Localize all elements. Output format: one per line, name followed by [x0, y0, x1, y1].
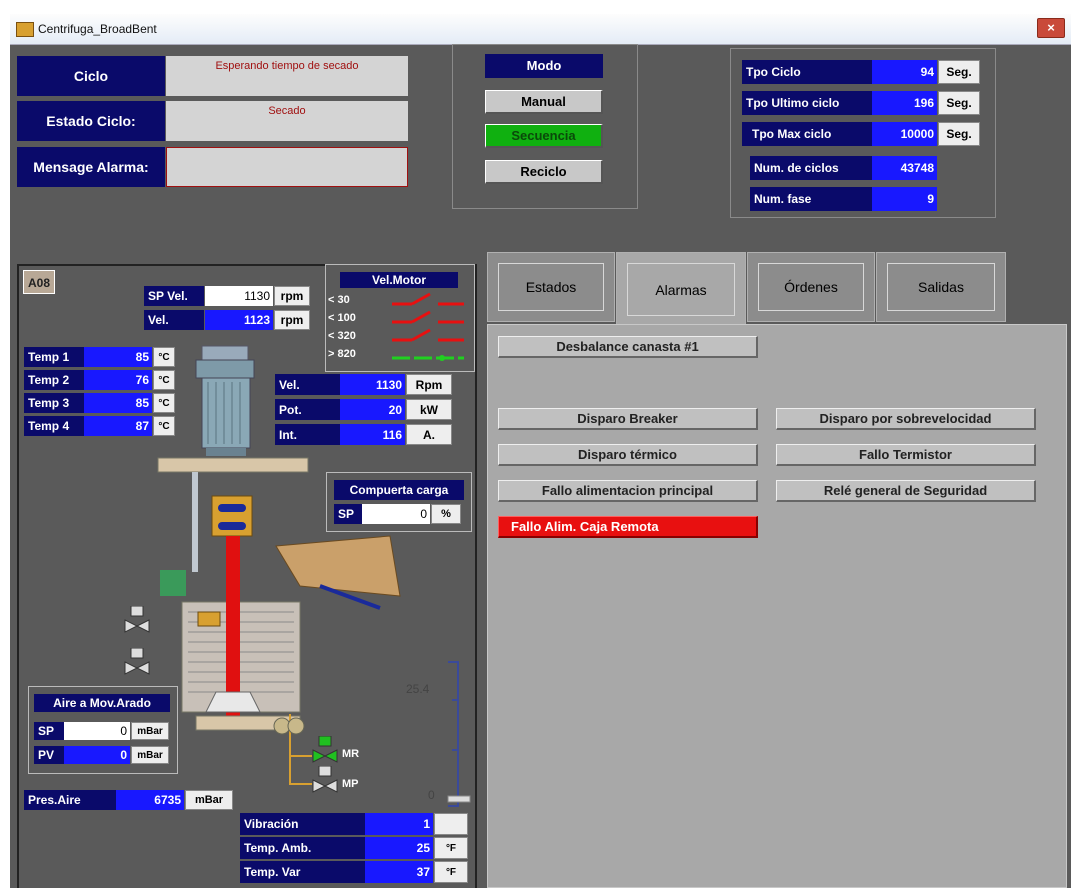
alarm-disparo-sobrevelocidad[interactable]: Disparo por sobrevelocidad [776, 408, 1036, 430]
num-ciclos-value: 43748 [872, 156, 937, 180]
centrifuge-graphic-icon [157, 345, 401, 731]
temp-4-label: Temp 4 [24, 416, 84, 436]
tab-alarmas[interactable]: Alarmas [616, 252, 746, 326]
temp-1-label: Temp 1 [24, 347, 84, 367]
temp-amb-unit: °F [434, 837, 468, 859]
vel-unit: rpm [274, 310, 310, 330]
estado-ciclo-label: Estado Ciclo: [17, 101, 165, 141]
tab-alarmas-label: Alarmas [627, 263, 735, 316]
alarm-desbalance[interactable]: Desbalance canasta #1 [498, 336, 758, 358]
valve-mp-icon [312, 766, 338, 793]
alarm-fallo-caja-remota[interactable]: Fallo Alim. Caja Remota [498, 516, 758, 538]
estado-ciclo-value: Secado [166, 101, 408, 141]
sp-vel-label: SP Vel. [144, 286, 204, 306]
scale-top-label: 25.4 [406, 682, 430, 696]
aire-title: Aire a Mov.Arado [34, 694, 170, 712]
window-title: Centrifuga_BroadBent [38, 22, 157, 36]
temp-var-label: Temp. Var [240, 861, 365, 883]
machine-id-badge: A08 [23, 270, 55, 294]
title-bar: Centrifuga_BroadBent × [10, 14, 1071, 45]
compuerta-title: Compuerta carga [334, 480, 464, 500]
scale-bottom-label: 0 [428, 788, 435, 802]
num-fase-label: Num. fase [750, 187, 872, 211]
compuerta-sp-unit: % [431, 504, 461, 524]
tpo-ciclo-value: 94 [872, 60, 937, 84]
manual-button[interactable]: Manual [485, 90, 603, 114]
motor-vel-unit: Rpm [406, 374, 452, 395]
alarm-disparo-termico[interactable]: Disparo térmico [498, 444, 758, 466]
aire-sp-unit: mBar [131, 722, 169, 740]
compuerta-sp-label: SP [334, 504, 362, 524]
num-fase-value: 9 [872, 187, 937, 211]
alarm-disparo-breaker[interactable]: Disparo Breaker [498, 408, 758, 430]
tpo-ultimo-unit: Seg. [938, 91, 980, 115]
valve-mr-icon [312, 736, 338, 763]
temp-2-label: Temp 2 [24, 370, 84, 390]
mensage-alarma-label-text: Mensage Alarma: [33, 159, 149, 175]
mensage-alarma-label: Mensage Alarma: [17, 147, 165, 187]
alarm-fallo-alimentacion[interactable]: Fallo alimentacion principal [498, 480, 758, 502]
valve-mr-label: MR [342, 748, 360, 760]
tab-ordenes[interactable]: Órdenes [747, 252, 875, 322]
vibracion-label: Vibración [240, 813, 365, 835]
mode-title: Modo [485, 54, 603, 78]
temp-3-label: Temp 3 [24, 393, 84, 413]
estado-ciclo-label-text: Estado Ciclo: [46, 113, 136, 129]
vel-motor-title: Vel.Motor [340, 272, 458, 288]
vel-motor-level-2: < 100 [328, 312, 356, 324]
reciclo-button[interactable]: Reciclo [485, 160, 603, 184]
tpo-max-value: 10000 [872, 122, 937, 146]
vel-label: Vel. [144, 310, 204, 330]
aire-sp-input[interactable]: 0 [64, 722, 130, 740]
alarm-fallo-termistor[interactable]: Fallo Termistor [776, 444, 1036, 466]
ciclo-label-text: Ciclo [73, 68, 109, 84]
tab-estados-label: Estados [498, 263, 604, 311]
tpo-ciclo-unit: Seg. [938, 60, 980, 84]
sp-vel-input[interactable]: 1130 [205, 286, 273, 306]
tpo-max-label: Tpo Max ciclo [742, 122, 872, 146]
tab-ordenes-label: Órdenes [758, 263, 864, 311]
pres-aire-label: Pres.Aire [24, 790, 116, 810]
close-button[interactable]: × [1037, 18, 1065, 38]
aire-pv-unit: mBar [131, 746, 169, 764]
vibracion-value: 1 [365, 813, 433, 835]
tpo-ultimo-label: Tpo Ultimo ciclo [742, 91, 872, 115]
tpo-ultimo-value: 196 [872, 91, 937, 115]
ciclo-value: Esperando tiempo de secado [166, 56, 408, 96]
tpo-max-unit: Seg. [938, 122, 980, 146]
valve-1-icon [124, 606, 150, 633]
valve-mp-label: MP [342, 778, 359, 790]
alarm-rele-seguridad[interactable]: Relé general de Seguridad [776, 480, 1036, 502]
scale-bar-icon [447, 661, 471, 807]
motor-pot-unit: kW [406, 399, 452, 420]
aire-pv-label: PV [34, 746, 64, 764]
app-icon [16, 22, 34, 37]
vibracion-unit [434, 813, 468, 835]
hmi-window: Centrifuga_BroadBent × Ciclo Esperando t… [10, 14, 1071, 888]
tab-salidas-label: Salidas [887, 263, 995, 311]
mensage-alarma-value [166, 147, 408, 187]
pres-aire-value: 6735 [116, 790, 184, 810]
vel-motor-level-1: < 30 [328, 294, 350, 306]
motor-int-unit: A. [406, 424, 452, 445]
tpo-ciclo-label: Tpo Ciclo [742, 60, 872, 84]
secuencia-button[interactable]: Secuencia [485, 124, 603, 148]
ciclo-label: Ciclo [17, 56, 165, 96]
valve-2-icon [124, 648, 150, 675]
temp-var-unit: °F [434, 861, 468, 883]
num-ciclos-label: Num. de ciclos [750, 156, 872, 180]
tab-estados[interactable]: Estados [487, 252, 615, 322]
vel-value: 1123 [205, 310, 273, 330]
sp-vel-unit: rpm [274, 286, 310, 306]
tab-salidas[interactable]: Salidas [876, 252, 1006, 322]
aire-sp-label: SP [34, 722, 64, 740]
temp-amb-value: 25 [365, 837, 433, 859]
pres-aire-unit: mBar [185, 790, 233, 810]
temp-amb-label: Temp. Amb. [240, 837, 365, 859]
aire-pv-value: 0 [64, 746, 130, 764]
temp-var-value: 37 [365, 861, 433, 883]
compuerta-sp-input[interactable]: 0 [362, 504, 430, 524]
